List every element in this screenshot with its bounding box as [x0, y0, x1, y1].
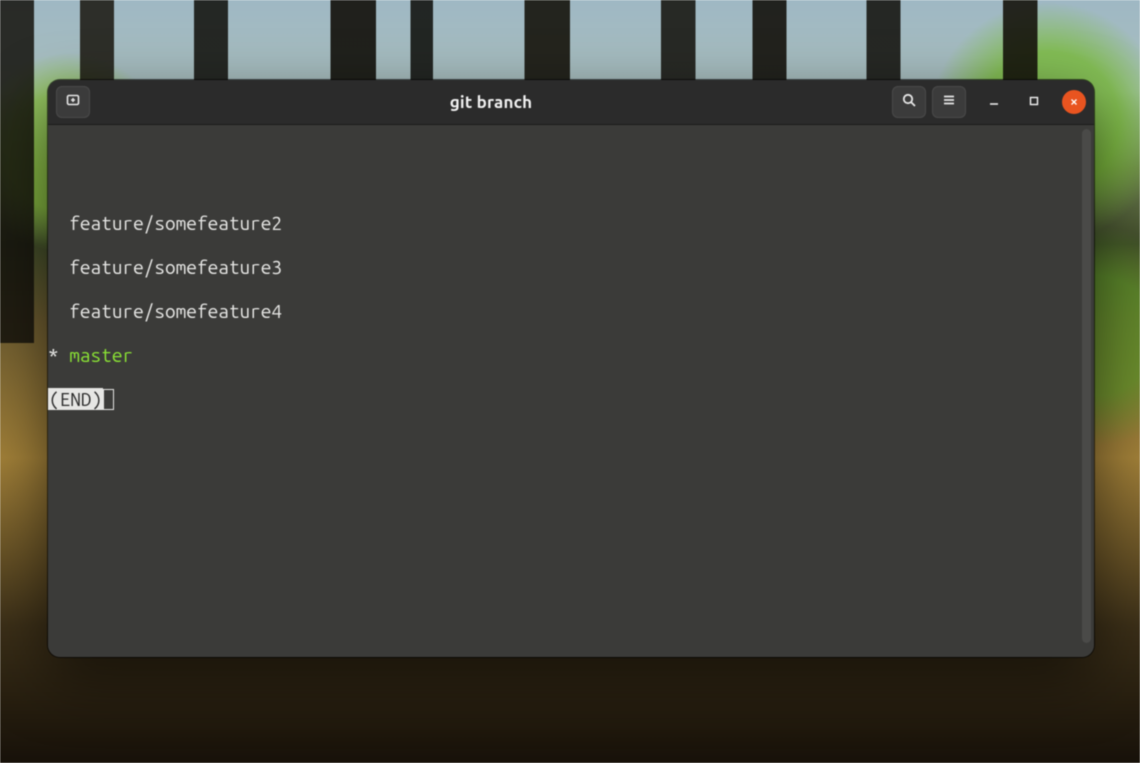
branch-line: feature/somefeature4 — [48, 300, 1094, 322]
titlebar: git branch — [48, 80, 1094, 125]
search-icon — [901, 92, 917, 112]
maximize-button[interactable] — [1022, 90, 1046, 114]
new-tab-button[interactable] — [56, 86, 90, 118]
branch-line: feature/somefeature3 — [48, 256, 1094, 278]
branch-line-current: *master — [48, 344, 1094, 366]
close-button[interactable] — [1062, 90, 1086, 114]
desktop-wallpaper: git branch — [0, 0, 1140, 763]
branch-name-current: master — [69, 344, 133, 366]
terminal-output: feature/somefeature2 feature/somefeature… — [48, 190, 1094, 454]
terminal-window: git branch — [48, 80, 1094, 657]
close-icon — [1069, 93, 1079, 111]
minimize-icon — [988, 93, 1000, 111]
search-button[interactable] — [892, 86, 926, 118]
titlebar-right — [892, 86, 1086, 118]
minimize-button[interactable] — [982, 90, 1006, 114]
hamburger-icon — [941, 92, 957, 112]
maximize-icon — [1028, 93, 1040, 111]
terminal-body[interactable]: feature/somefeature2 feature/somefeature… — [48, 125, 1094, 657]
current-marker: * — [48, 344, 69, 366]
branch-line: feature/somefeature2 — [48, 212, 1094, 234]
branch-name: feature/somefeature4 — [69, 300, 282, 322]
branch-name: feature/somefeature3 — [69, 256, 282, 278]
scrollbar[interactable] — [1082, 129, 1091, 643]
menu-button[interactable] — [932, 86, 966, 118]
window-title: git branch — [96, 93, 886, 112]
pager-end-line: (END) — [48, 388, 1094, 410]
cursor — [103, 389, 114, 410]
pager-end: (END) — [48, 388, 103, 410]
new-tab-icon — [65, 92, 81, 112]
branch-name: feature/somefeature2 — [69, 212, 282, 234]
